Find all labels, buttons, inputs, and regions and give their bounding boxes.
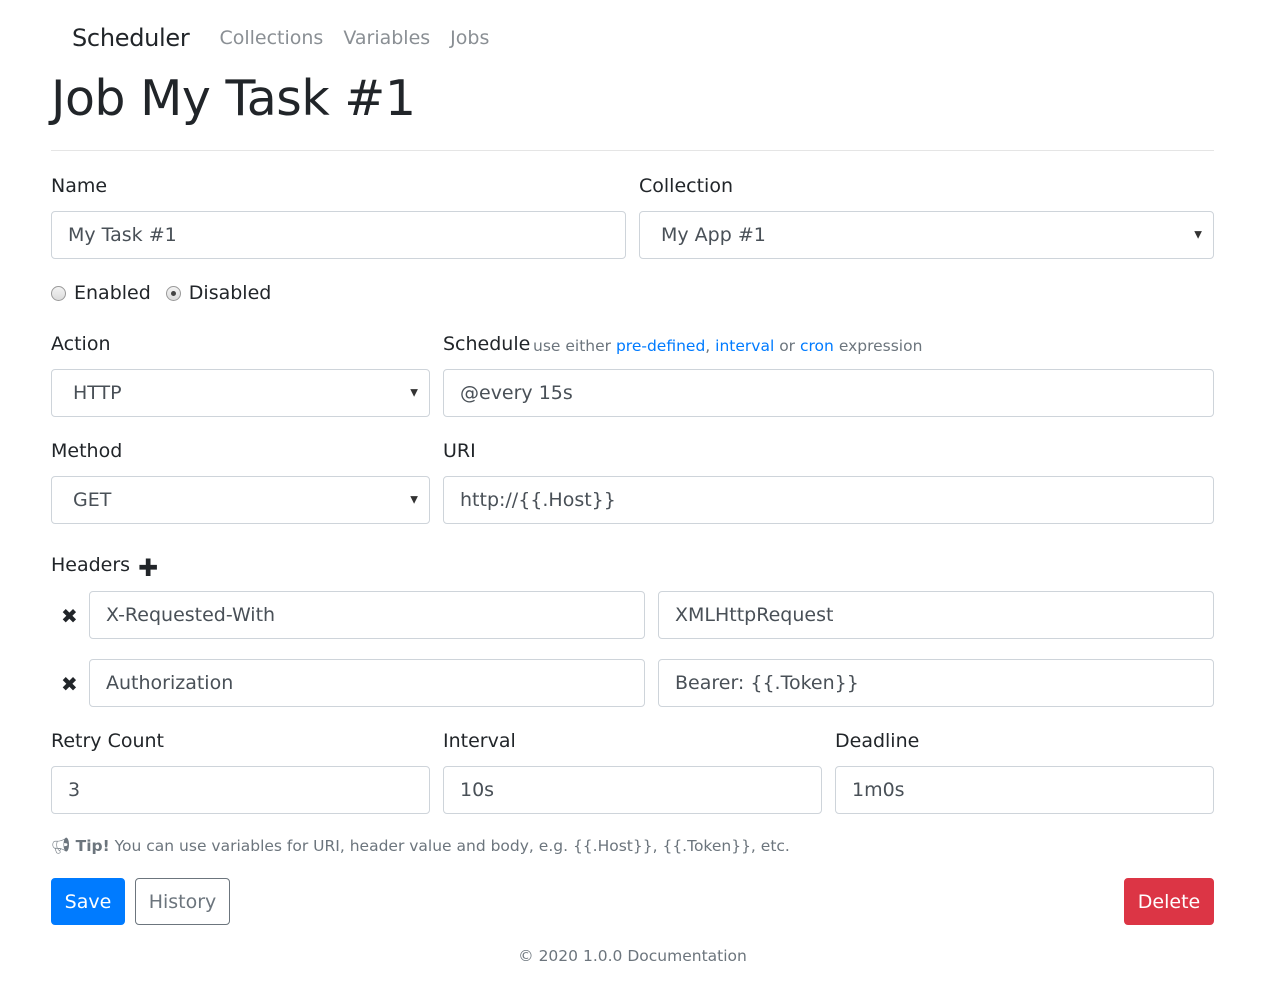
header-value-input[interactable]: XMLHttpRequest (658, 591, 1214, 639)
method-value: GET (73, 489, 112, 511)
help-or: or (779, 337, 796, 355)
interval-link[interactable]: interval (715, 337, 774, 355)
interval-value: 10s (460, 779, 495, 801)
help-suffix: expression (838, 337, 923, 355)
footer-copyright: © 2020 (518, 947, 579, 965)
header-key-input[interactable]: X-Requested-With (89, 591, 645, 639)
interval-label: Interval (443, 730, 516, 752)
chevron-down-icon: ▼ (410, 494, 418, 506)
page-title: Job My Task #1 (51, 70, 416, 127)
method-label: Method (51, 440, 123, 462)
history-button[interactable]: History (135, 878, 230, 925)
schedule-label: Schedule (443, 333, 531, 355)
header-key-input[interactable]: Authorization (89, 659, 645, 707)
bullhorn-icon: 📢︎ (51, 837, 71, 855)
disabled-radio-label[interactable]: Disabled (189, 282, 272, 304)
times-icon[interactable]: ✖ (61, 606, 78, 626)
retry-count-label: Retry Count (51, 730, 165, 752)
disabled-radio[interactable] (165, 285, 181, 301)
deadline-label: Deadline (835, 730, 920, 752)
action-label: Action (51, 333, 111, 355)
retry-count-input[interactable]: 3 (51, 766, 430, 814)
collection-label: Collection (639, 175, 733, 197)
enabled-radio-label[interactable]: Enabled (74, 282, 151, 304)
tip-bold: Tip! (75, 837, 110, 855)
pre-defined-link[interactable]: pre-defined (616, 337, 705, 355)
header-value-value: Bearer: {{.Token}} (675, 672, 859, 694)
nav-jobs[interactable]: Jobs (450, 27, 489, 49)
nav-variables[interactable]: Variables (343, 27, 430, 49)
name-value: My Task #1 (68, 224, 177, 246)
footer-version: 1.0.0 (582, 947, 623, 965)
divider (51, 150, 1214, 151)
headers-label: Headers (51, 554, 131, 576)
schedule-input[interactable]: @every 15s (443, 369, 1214, 417)
collection-value: My App #1 (661, 224, 766, 246)
uri-value: http://{{.Host}} (460, 489, 616, 511)
deadline-value: 1m0s (852, 779, 905, 801)
header-key-value: X-Requested-With (106, 604, 276, 626)
schedule-value: @every 15s (460, 382, 573, 404)
footer: © 2020 1.0.0 Documentation (0, 947, 1265, 965)
interval-input[interactable]: 10s (443, 766, 822, 814)
chevron-down-icon: ▼ (1194, 229, 1202, 241)
tip-text: 📢︎ Tip! You can use variables for URI, h… (51, 837, 790, 855)
enabled-radio[interactable] (51, 285, 66, 301)
brand-link[interactable]: Scheduler (72, 24, 190, 52)
method-select[interactable]: GET ▼ (51, 476, 430, 524)
nav-collections[interactable]: Collections (219, 27, 323, 49)
uri-label: URI (443, 440, 476, 462)
plus-icon[interactable]: ✚ (138, 556, 158, 580)
action-select[interactable]: HTTP ▼ (51, 369, 430, 417)
navbar: Scheduler Collections Variables Jobs (72, 18, 509, 58)
help-sep: , (705, 337, 711, 355)
header-value-input[interactable]: Bearer: {{.Token}} (658, 659, 1214, 707)
name-label: Name (51, 175, 108, 197)
help-text: use either (533, 337, 612, 355)
deadline-input[interactable]: 1m0s (835, 766, 1214, 814)
name-input[interactable]: My Task #1 (51, 211, 626, 259)
header-value-value: XMLHttpRequest (675, 604, 834, 626)
chevron-down-icon: ▼ (410, 387, 418, 399)
times-icon[interactable]: ✖ (61, 674, 78, 694)
header-key-value: Authorization (106, 672, 234, 694)
uri-input[interactable]: http://{{.Host}} (443, 476, 1214, 524)
schedule-help: use either pre-defined, interval or cron… (533, 337, 922, 355)
tip-body: You can use variables for URI, header va… (114, 837, 790, 855)
cron-link[interactable]: cron (800, 337, 834, 355)
collection-select[interactable]: My App #1 ▼ (639, 211, 1214, 259)
delete-button[interactable]: Delete (1124, 878, 1214, 925)
documentation-link[interactable]: Documentation (627, 947, 747, 965)
retry-count-value: 3 (68, 779, 81, 801)
status-radio-group: Enabled Disabled (51, 282, 286, 304)
save-button[interactable]: Save (51, 878, 125, 925)
action-value: HTTP (73, 382, 122, 404)
